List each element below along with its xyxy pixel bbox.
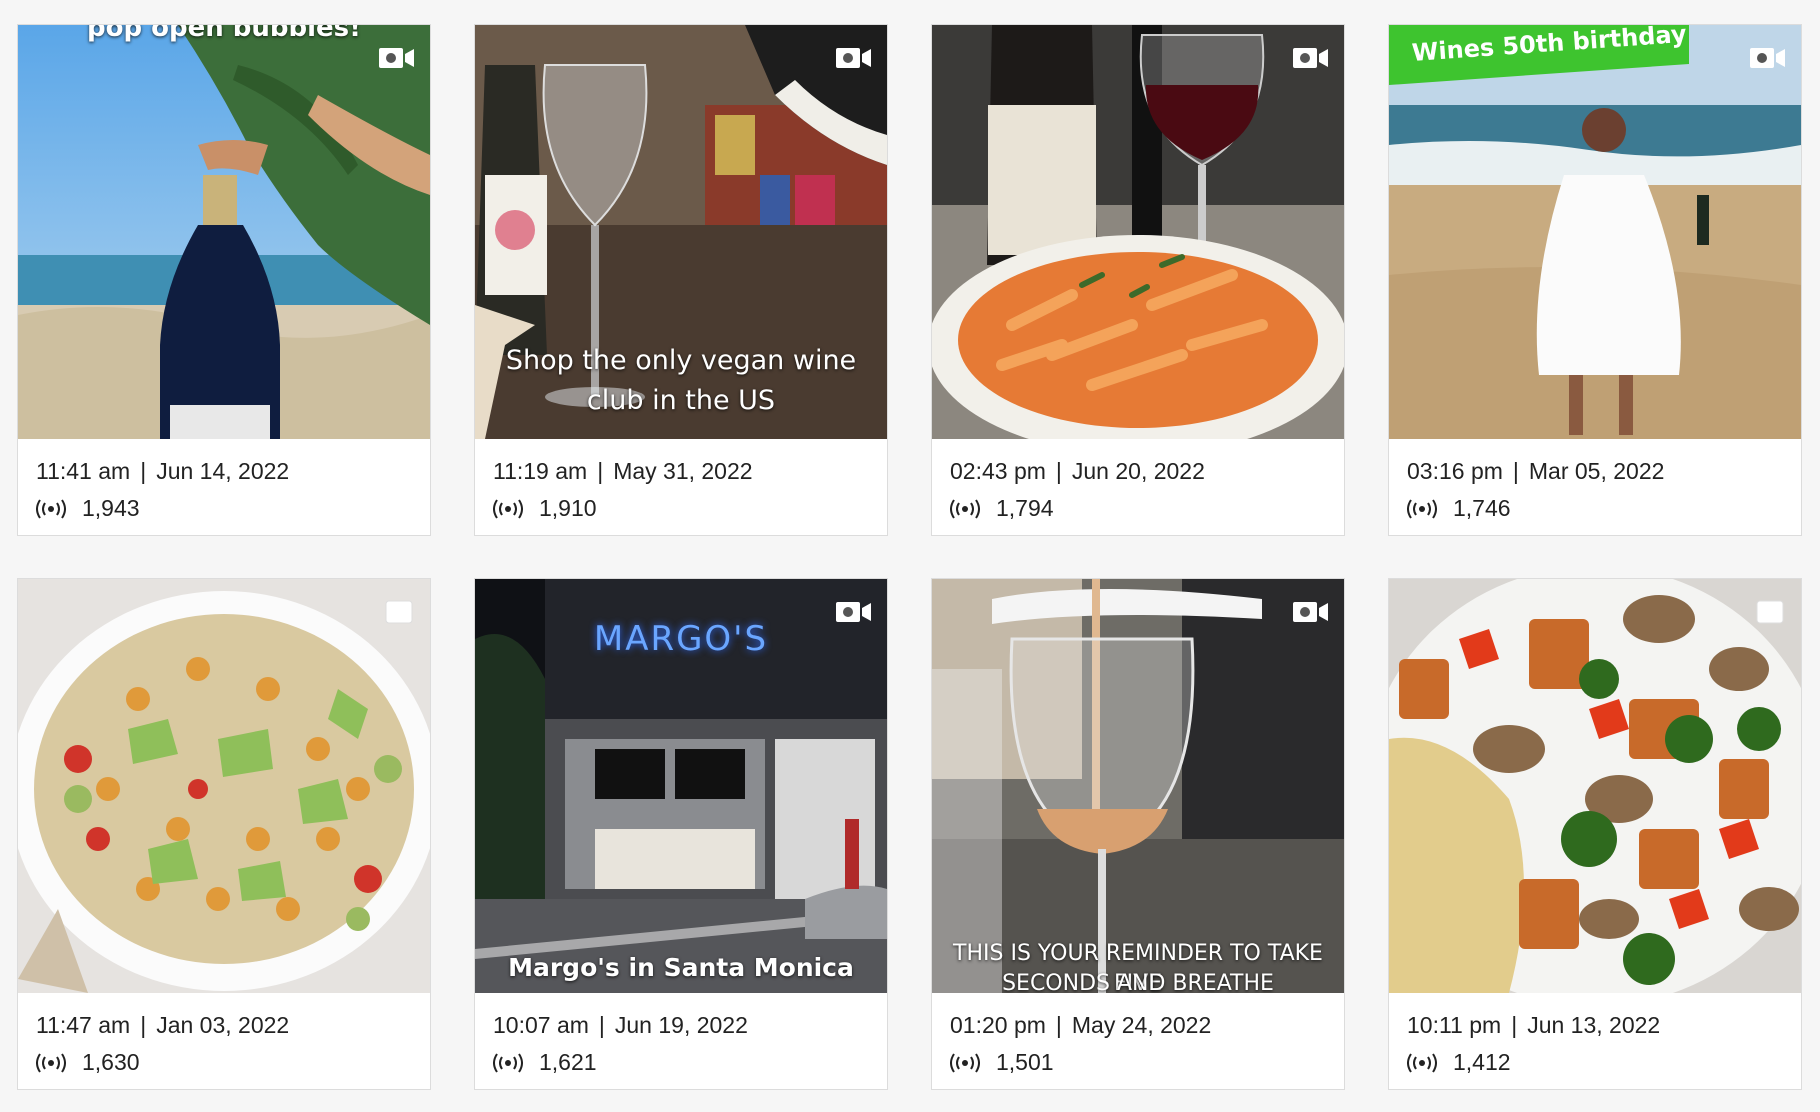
- post-grid: pop open bubbles! 11:41 am | Jun 14, 202…: [17, 24, 1802, 1090]
- post-time: 11:47 am: [36, 1011, 131, 1038]
- broadcast-icon: [1407, 1052, 1437, 1073]
- view-count: 1,501: [996, 1049, 1054, 1075]
- image-icon: [1756, 600, 1784, 624]
- video-icon: [836, 48, 871, 68]
- post-card[interactable]: MARGO'S Margo's in Santa Monica 10:07 am…: [474, 578, 888, 1090]
- post-time: 11:19 am: [493, 457, 588, 484]
- beach-champagne-image: [18, 25, 430, 439]
- broadcast-icon: [493, 498, 523, 519]
- rose-wine-pour-image: [932, 579, 1344, 993]
- post-date: Jun 20, 2022: [1071, 457, 1205, 484]
- post-card[interactable]: Wines 50th birthday 03:16 pm | Mar 05, 2…: [1388, 24, 1802, 536]
- post-card[interactable]: 11:47 am | Jan 03, 2022 1,630: [17, 578, 431, 1090]
- view-count: 1,794: [996, 495, 1054, 521]
- video-icon: [379, 48, 414, 68]
- broadcast-icon: [36, 498, 66, 519]
- broadcast-icon: [36, 1052, 66, 1073]
- post-card[interactable]: 10:11 pm | Jun 13, 2022 1,412: [1388, 578, 1802, 1090]
- post-time: 02:43 pm: [950, 457, 1046, 484]
- pasta-wine-image: [932, 25, 1344, 439]
- post-date: Jun 13, 2022: [1527, 1011, 1661, 1038]
- post-date: May 31, 2022: [613, 457, 753, 484]
- post-caption-line2: SECONDS AND BREATHE: [1002, 971, 1274, 993]
- broadcast-icon: [950, 1052, 980, 1073]
- post-thumbnail[interactable]: Wines 50th birthday: [1389, 25, 1801, 439]
- store-sign: MARGO'S: [593, 619, 769, 659]
- post-thumbnail[interactable]: [18, 579, 430, 993]
- post-card[interactable]: 02:43 pm | Jun 20, 2022 1,794: [931, 24, 1345, 536]
- salad-bowl-image: [18, 579, 430, 993]
- post-card[interactable]: pop open bubbles! 11:41 am | Jun 14, 202…: [17, 24, 431, 536]
- broadcast-icon: [1407, 498, 1437, 519]
- beach-birthday-image: [1389, 25, 1801, 439]
- view-count: 1,746: [1453, 495, 1511, 521]
- view-count: 1,621: [539, 1049, 597, 1075]
- video-icon: [1293, 602, 1328, 622]
- post-thumbnail[interactable]: [1389, 579, 1801, 993]
- post-time: 10:07 am: [493, 1011, 589, 1038]
- separator: |: [598, 1011, 605, 1038]
- post-thumbnail[interactable]: [932, 25, 1344, 439]
- post-date: Jan 03, 2022: [156, 1011, 290, 1038]
- post-card[interactable]: Shop the only vegan wine club in the US …: [474, 24, 888, 536]
- video-icon: [1293, 48, 1328, 68]
- view-count: 1,943: [82, 495, 140, 521]
- separator: |: [1511, 1011, 1518, 1038]
- view-count: 1,412: [1453, 1049, 1511, 1075]
- post-card[interactable]: THIS IS YOUR REMINDER TO TAKE FIVE SECON…: [931, 578, 1345, 1090]
- post-thumbnail[interactable]: THIS IS YOUR REMINDER TO TAKE FIVE SECON…: [932, 579, 1344, 993]
- broadcast-icon: [950, 498, 980, 519]
- post-caption-line2: club in the US: [586, 385, 776, 416]
- post-time: 01:20 pm: [950, 1011, 1046, 1038]
- image-icon: [385, 600, 413, 624]
- broadcast-icon: [493, 1052, 523, 1073]
- post-date: May 24, 2022: [1071, 1011, 1212, 1038]
- post-date: Jun 14, 2022: [156, 457, 290, 484]
- post-caption: Margo's in Santa Monica: [508, 953, 854, 982]
- view-count: 1,910: [539, 495, 597, 521]
- post-date: Jun 19, 2022: [614, 1011, 748, 1038]
- post-caption: pop open bubbles!: [86, 25, 362, 43]
- video-icon: [836, 602, 871, 622]
- post-thumbnail[interactable]: pop open bubbles!: [18, 25, 430, 439]
- post-date: Mar 05, 2022: [1528, 457, 1665, 484]
- separator: |: [140, 457, 147, 484]
- view-count: 1,630: [82, 1049, 140, 1075]
- post-time: 03:16 pm: [1407, 457, 1503, 484]
- post-thumbnail[interactable]: Shop the only vegan wine club in the US: [475, 25, 887, 439]
- post-time: 11:41 am: [36, 457, 131, 484]
- separator: |: [1512, 457, 1519, 484]
- separator: |: [597, 457, 604, 484]
- separator: |: [1055, 457, 1062, 484]
- post-thumbnail[interactable]: MARGO'S Margo's in Santa Monica: [475, 579, 887, 993]
- video-icon: [1750, 48, 1785, 68]
- stir-fry-image: [1389, 579, 1801, 993]
- post-time: 10:11 pm: [1407, 1011, 1502, 1038]
- post-caption-line1: Shop the only vegan wine: [505, 345, 857, 376]
- separator: |: [1055, 1011, 1062, 1038]
- separator: |: [140, 1011, 147, 1038]
